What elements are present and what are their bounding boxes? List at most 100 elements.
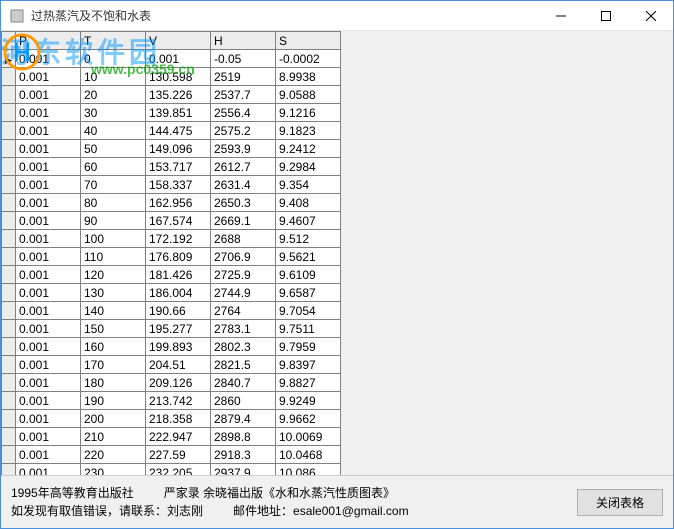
table-cell[interactable]: 220	[81, 446, 146, 464]
table-cell[interactable]: 9.408	[276, 194, 341, 212]
table-cell[interactable]: 0.001	[16, 284, 81, 302]
table-cell[interactable]: 80	[81, 194, 146, 212]
table-row[interactable]: 0.00180162.9562650.39.408	[2, 194, 341, 212]
table-cell[interactable]: 2650.3	[211, 194, 276, 212]
table-cell[interactable]: 2631.4	[211, 176, 276, 194]
table-row[interactable]: 0.00150149.0962593.99.2412	[2, 140, 341, 158]
table-cell[interactable]: 50	[81, 140, 146, 158]
table-cell[interactable]: 210	[81, 428, 146, 446]
table-cell[interactable]: 176.809	[146, 248, 211, 266]
table-cell[interactable]: 0.001	[16, 320, 81, 338]
table-cell[interactable]: 0.001	[16, 86, 81, 104]
table-cell[interactable]: 232.205	[146, 464, 211, 476]
table-cell[interactable]: 218.358	[146, 410, 211, 428]
table-row[interactable]: 0.00190167.5742669.19.4607	[2, 212, 341, 230]
table-cell[interactable]: 10.0069	[276, 428, 341, 446]
table-cell[interactable]: 2593.9	[211, 140, 276, 158]
table-row[interactable]: 0.001190213.74228609.9249	[2, 392, 341, 410]
table-cell[interactable]: 2783.1	[211, 320, 276, 338]
table-cell[interactable]: 9.354	[276, 176, 341, 194]
table-cell[interactable]: 2918.3	[211, 446, 276, 464]
table-cell[interactable]: 0.001	[16, 140, 81, 158]
table-cell[interactable]: 10.086	[276, 464, 341, 476]
table-cell[interactable]: 2821.5	[211, 356, 276, 374]
table-cell[interactable]: 9.8827	[276, 374, 341, 392]
table-row[interactable]: 0.001150195.2772783.19.7511	[2, 320, 341, 338]
table-cell[interactable]: 2898.8	[211, 428, 276, 446]
table-cell[interactable]: 0.001	[16, 428, 81, 446]
table-row[interactable]: 0.00120135.2262537.79.0588	[2, 86, 341, 104]
table-row[interactable]: 0.001130186.0042744.99.6587	[2, 284, 341, 302]
table-cell[interactable]: 9.8397	[276, 356, 341, 374]
table-cell[interactable]: 2556.4	[211, 104, 276, 122]
table-cell[interactable]: 8.9938	[276, 68, 341, 86]
table-cell[interactable]: 180	[81, 374, 146, 392]
table-cell[interactable]: 130	[81, 284, 146, 302]
table-cell[interactable]: 0.001	[16, 176, 81, 194]
table-cell[interactable]: 0	[81, 50, 146, 68]
table-cell[interactable]: 199.893	[146, 338, 211, 356]
table-cell[interactable]: 186.004	[146, 284, 211, 302]
table-row[interactable]: 0.001140190.6627649.7054	[2, 302, 341, 320]
table-cell[interactable]: 2725.9	[211, 266, 276, 284]
table-row[interactable]: 0.001200218.3582879.49.9662	[2, 410, 341, 428]
table-cell[interactable]: 167.574	[146, 212, 211, 230]
col-s[interactable]: S	[276, 32, 341, 50]
table-cell[interactable]: 213.742	[146, 392, 211, 410]
table-cell[interactable]: 0.001	[16, 410, 81, 428]
close-table-button[interactable]: 关闭表格	[577, 489, 663, 516]
table-cell[interactable]: 9.1216	[276, 104, 341, 122]
table-cell[interactable]: 9.6109	[276, 266, 341, 284]
table-cell[interactable]: 190	[81, 392, 146, 410]
col-h[interactable]: H	[211, 32, 276, 50]
table-cell[interactable]: 10.0468	[276, 446, 341, 464]
table-cell[interactable]: 9.7959	[276, 338, 341, 356]
table-cell[interactable]: 0.001	[16, 212, 81, 230]
table-row[interactable]: 0.00160153.7172612.79.2984	[2, 158, 341, 176]
table-cell[interactable]: 2537.7	[211, 86, 276, 104]
table-cell[interactable]: 2764	[211, 302, 276, 320]
table-cell[interactable]: 0.001	[16, 122, 81, 140]
table-cell[interactable]: 0.001	[16, 302, 81, 320]
table-cell[interactable]: 9.9662	[276, 410, 341, 428]
table-cell[interactable]: 227.59	[146, 446, 211, 464]
table-cell[interactable]: 2879.4	[211, 410, 276, 428]
table-row[interactable]: 0.00170158.3372631.49.354	[2, 176, 341, 194]
table-cell[interactable]: 2840.7	[211, 374, 276, 392]
table-row[interactable]: 0.00110130.59825198.9938	[2, 68, 341, 86]
table-cell[interactable]: 190.66	[146, 302, 211, 320]
table-row[interactable]: 0.00100.001-0.05-0.0002	[2, 50, 341, 68]
table-cell[interactable]: 0.001	[16, 68, 81, 86]
table-cell[interactable]: 9.7054	[276, 302, 341, 320]
table-cell[interactable]: 2669.1	[211, 212, 276, 230]
table-cell[interactable]: 162.956	[146, 194, 211, 212]
table-cell[interactable]: 2688	[211, 230, 276, 248]
table-cell[interactable]: 172.192	[146, 230, 211, 248]
table-cell[interactable]: -0.05	[211, 50, 276, 68]
table-cell[interactable]: 40	[81, 122, 146, 140]
table-cell[interactable]: 9.9249	[276, 392, 341, 410]
table-cell[interactable]: 0.001	[16, 374, 81, 392]
table-cell[interactable]: 2937.9	[211, 464, 276, 476]
table-row[interactable]: 0.001110176.8092706.99.5621	[2, 248, 341, 266]
table-cell[interactable]: 0.001	[16, 446, 81, 464]
maximize-button[interactable]	[583, 1, 628, 30]
table-cell[interactable]: 140	[81, 302, 146, 320]
table-cell[interactable]: 0.001	[16, 464, 81, 476]
table-cell[interactable]: -0.0002	[276, 50, 341, 68]
table-cell[interactable]: 0.001	[146, 50, 211, 68]
table-cell[interactable]: 0.001	[16, 338, 81, 356]
table-cell[interactable]: 9.2984	[276, 158, 341, 176]
table-cell[interactable]: 181.426	[146, 266, 211, 284]
table-cell[interactable]: 139.851	[146, 104, 211, 122]
table-cell[interactable]: 9.5621	[276, 248, 341, 266]
table-cell[interactable]: 0.001	[16, 356, 81, 374]
table-row[interactable]: 0.00140144.4752575.29.1823	[2, 122, 341, 140]
table-row[interactable]: 0.001180209.1262840.79.8827	[2, 374, 341, 392]
table-row[interactable]: 0.001210222.9472898.810.0069	[2, 428, 341, 446]
table-cell[interactable]: 2519	[211, 68, 276, 86]
table-cell[interactable]: 110	[81, 248, 146, 266]
table-cell[interactable]: 9.7511	[276, 320, 341, 338]
table-row[interactable]: 0.00130139.8512556.49.1216	[2, 104, 341, 122]
table-row[interactable]: 0.001170204.512821.59.8397	[2, 356, 341, 374]
